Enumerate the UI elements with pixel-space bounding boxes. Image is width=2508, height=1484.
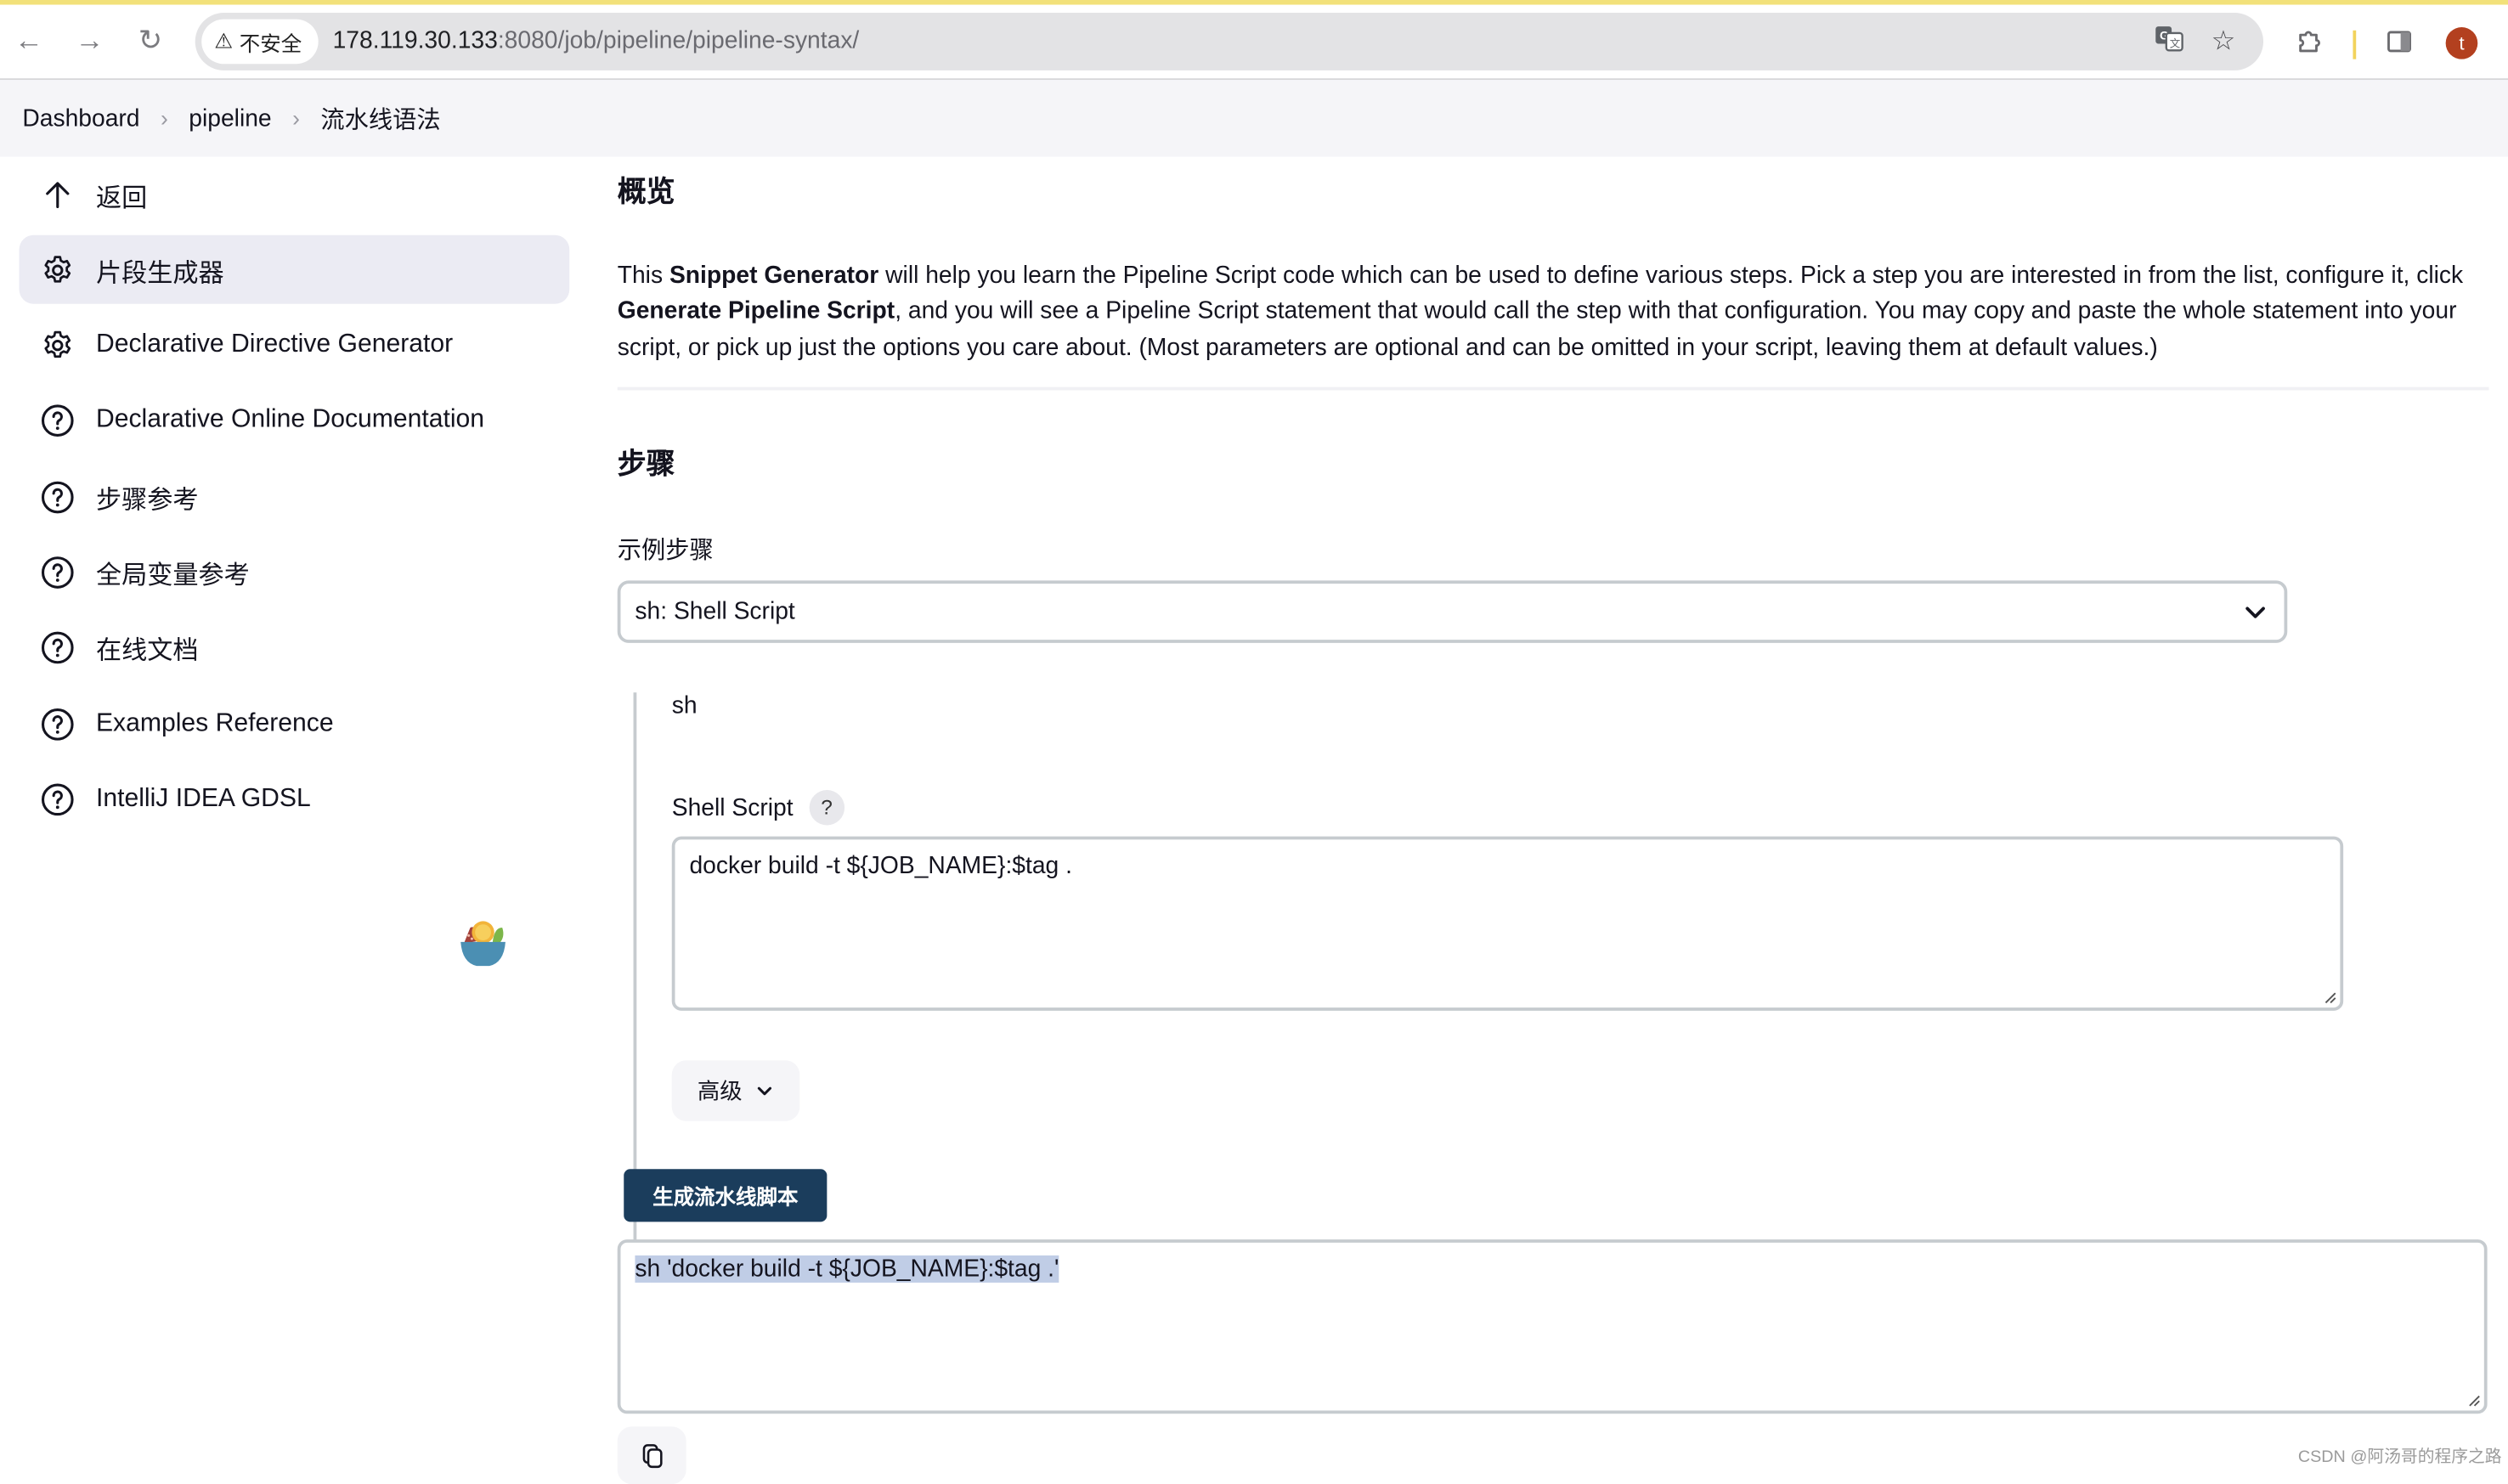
security-label: 不安全 xyxy=(239,31,302,55)
copy-icon xyxy=(641,1444,662,1469)
translate-icon[interactable]: G文 xyxy=(2149,22,2188,60)
breadcrumb-pipeline[interactable]: pipeline xyxy=(189,104,271,132)
shell-script-value: docker build -t ${JOB_NAME}:$tag . xyxy=(689,852,1072,880)
steps-title: 步骤 xyxy=(617,448,675,480)
svg-text:文: 文 xyxy=(2170,37,2181,49)
gear-icon xyxy=(40,252,75,287)
sidebar-item-back[interactable]: 返回 xyxy=(20,160,570,229)
browser-window: ← → ↻ ⚠ 不安全 178.119.30.133:8080/job/pipe… xyxy=(0,0,2508,1484)
breadcrumb: Dashboard › pipeline › 流水线语法 xyxy=(0,80,2508,157)
help-button[interactable]: ? xyxy=(809,790,844,826)
intro-text-part: will help you learn the Pipeline Script … xyxy=(878,262,2464,290)
intro-text-part: This xyxy=(617,262,669,290)
shell-script-label: Shell Script ? xyxy=(671,790,844,826)
side-panel-icon[interactable] xyxy=(2381,25,2416,60)
sidebar-item-label: 返回 xyxy=(95,184,148,212)
bookmark-star-icon[interactable]: ☆ xyxy=(2204,22,2242,60)
intro-bold-generate-script: Generate Pipeline Script xyxy=(617,297,895,325)
sample-step-value: sh: Shell Script xyxy=(635,598,795,626)
sidebar-item-label: Declarative Online Documentation xyxy=(95,406,485,434)
address-bar[interactable]: ⚠ 不安全 178.119.30.133:8080/job/pipeline/p… xyxy=(195,13,2264,71)
url-path: :8080/job/pipeline/pipeline-syntax/ xyxy=(497,27,860,55)
gear-icon xyxy=(40,328,75,363)
intro-bold-snippet-generator: Snippet Generator xyxy=(669,262,879,290)
copy-button[interactable] xyxy=(617,1426,686,1484)
sidebar-item-label: Examples Reference xyxy=(95,709,334,737)
fruit-bowl-icon xyxy=(460,921,506,967)
security-indicator[interactable]: ⚠ 不安全 xyxy=(201,19,319,65)
breadcrumb-dashboard[interactable]: Dashboard xyxy=(22,104,139,132)
sidebar-item-declarative-online-documentation[interactable]: Declarative Online Documentation xyxy=(20,387,570,455)
chevron-right-icon: › xyxy=(292,105,300,132)
help-circle-icon xyxy=(40,630,75,665)
url-text[interactable]: 178.119.30.133:8080/job/pipeline/pipelin… xyxy=(333,13,860,71)
sidebar: 返回 片段生成器 Declarative Directive Generator… xyxy=(19,160,570,840)
help-circle-icon xyxy=(40,555,75,590)
chevron-down-icon xyxy=(757,1086,772,1096)
back-icon[interactable]: ← xyxy=(9,20,48,59)
warning-icon: ⚠ xyxy=(214,28,234,54)
advanced-label: 高级 xyxy=(697,1077,743,1104)
sidebar-item-label: IntelliJ IDEA GDSL xyxy=(95,785,311,813)
sidebar-item-declarative-directive-generator[interactable]: Declarative Directive Generator xyxy=(20,311,570,380)
help-circle-icon xyxy=(40,706,75,741)
sidebar-item-label: 全局变量参考 xyxy=(95,562,250,590)
url-host: 178.119.30.133 xyxy=(332,27,498,55)
step-config-panel: sh Shell Script ? docker build -t ${JOB_… xyxy=(633,692,2397,1278)
sidebar-item-snippet-generator[interactable]: 片段生成器 xyxy=(19,235,570,305)
help-circle-icon xyxy=(40,781,75,816)
shell-script-label-text: Shell Script xyxy=(671,793,794,821)
sample-step-label: 示例步骤 xyxy=(617,537,714,565)
generated-script-value: sh 'docker build -t ${JOB_NAME}:$tag .' xyxy=(635,1255,1059,1283)
help-circle-icon xyxy=(40,403,75,438)
generated-script-output[interactable]: sh 'docker build -t ${JOB_NAME}:$tag .' xyxy=(617,1239,2488,1414)
sidebar-item-label: 步骤参考 xyxy=(95,487,199,515)
intro-text: This Snippet Generator will help you lea… xyxy=(618,259,2489,366)
step-name: sh xyxy=(671,692,698,720)
sidebar-item-steps-reference[interactable]: 步骤参考 xyxy=(20,462,570,531)
sample-step-select[interactable]: sh: Shell Script xyxy=(617,580,2288,643)
arrow-up-icon xyxy=(40,177,75,212)
reload-icon[interactable]: ↻ xyxy=(131,20,169,59)
sidebar-item-online-docs[interactable]: 在线文档 xyxy=(20,614,570,683)
overview-title: 概览 xyxy=(617,176,675,208)
resize-handle-icon[interactable] xyxy=(2323,990,2337,1004)
sidebar-item-global-variables-reference[interactable]: 全局变量参考 xyxy=(20,538,570,607)
profile-avatar[interactable]: t xyxy=(2445,27,2478,59)
breadcrumb-pipeline-syntax[interactable]: 流水线语法 xyxy=(320,102,440,136)
sidebar-item-label: Declarative Directive Generator xyxy=(95,330,454,358)
sidebar-item-intellij-gdsl[interactable]: IntelliJ IDEA GDSL xyxy=(20,765,570,834)
generate-pipeline-script-button[interactable]: 生成流水线脚本 xyxy=(624,1169,828,1222)
watermark: CSDN @阿汤哥的程序之路 xyxy=(2297,1447,2502,1467)
extensions-icon[interactable] xyxy=(2292,25,2327,60)
toolbar-divider xyxy=(2353,30,2357,59)
section-divider xyxy=(617,387,2489,391)
sidebar-item-label: 在线文档 xyxy=(95,638,199,666)
sidebar-item-examples-reference[interactable]: Examples Reference xyxy=(20,690,570,759)
shell-script-input[interactable]: docker build -t ${JOB_NAME}:$tag . xyxy=(671,836,2344,1011)
advanced-button[interactable]: 高级 xyxy=(671,1060,800,1121)
browser-toolbar: ← → ↻ ⚠ 不安全 178.119.30.133:8080/job/pipe… xyxy=(0,4,2508,81)
help-circle-icon xyxy=(40,479,75,514)
forward-icon[interactable]: → xyxy=(71,20,109,59)
chevron-right-icon: › xyxy=(161,105,168,132)
sidebar-item-label: 片段生成器 xyxy=(95,260,224,288)
resize-handle-icon[interactable] xyxy=(2466,1393,2481,1408)
chevron-down-icon xyxy=(2245,607,2265,618)
